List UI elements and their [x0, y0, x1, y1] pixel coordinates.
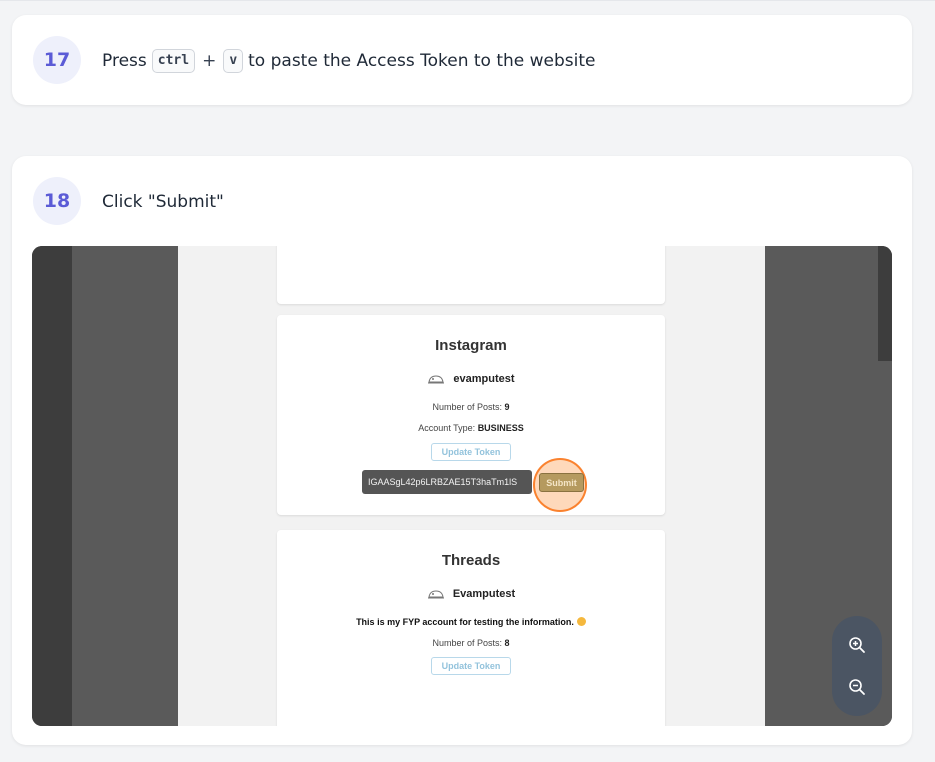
zoom-in-button[interactable]: [842, 630, 872, 660]
step-number-badge: 18: [33, 177, 81, 225]
instagram-username: evamputest: [453, 373, 515, 385]
instagram-posts-value: 9: [504, 402, 510, 412]
key-plus: +: [202, 51, 217, 71]
threads-user: Evamputest: [277, 588, 665, 600]
zoom-out-button[interactable]: [842, 672, 872, 702]
step-text-before: Press: [102, 51, 147, 71]
key-v: v: [223, 49, 244, 73]
threads-posts-label: Number of Posts:: [432, 638, 502, 648]
step-text-after: to paste the Access Token to the website: [248, 51, 596, 71]
threads-update-token-button[interactable]: Update Token: [431, 657, 511, 675]
zoom-control: [832, 616, 882, 716]
threads-posts-value: 8: [504, 638, 510, 648]
step-card-18: 18 Click "Submit" Instagram evamputest N…: [12, 156, 912, 745]
step-instruction: Press ctrl + v to paste the Access Token…: [102, 48, 596, 74]
screenshot-left-strip: [32, 246, 72, 726]
instagram-card: Instagram evamputest Number of Posts: 9 …: [277, 315, 665, 515]
emoji-icon: [576, 617, 586, 626]
threads-card: Threads Evamputest This is my FYP accoun…: [277, 530, 665, 726]
avatar-icon: [427, 590, 444, 599]
instagram-account-type: Account Type: BUSINESS: [277, 423, 665, 433]
avatar-icon: [428, 375, 445, 384]
step-instruction: Click "Submit": [102, 192, 224, 212]
instagram-posts: Number of Posts: 9: [277, 402, 665, 412]
threads-title: Threads: [441, 552, 501, 569]
instagram-title: Instagram: [435, 337, 507, 354]
instagram-posts-label: Number of Posts:: [432, 402, 502, 412]
step-screenshot: Instagram evamputest Number of Posts: 9 …: [32, 246, 892, 726]
instagram-update-token-button[interactable]: Update Token: [431, 443, 511, 461]
zoom-out-icon: [849, 679, 865, 695]
access-token-input[interactable]: IGAASgL42p6LRBZAE15T3haTm1lS: [362, 470, 532, 494]
key-ctrl: ctrl: [151, 49, 196, 73]
threads-username: Evamputest: [452, 588, 516, 600]
screenshot-left-panel: [72, 246, 178, 726]
zoom-in-icon: [849, 637, 865, 653]
threads-bio-text: This is my FYP account for testing the i…: [356, 617, 574, 627]
top-divider: [0, 0, 935, 1]
instagram-user: evamputest: [277, 373, 665, 385]
step-card-17: 17 Press ctrl + v to paste the Access To…: [12, 15, 912, 105]
account-type-value: BUSINESS: [477, 423, 524, 433]
account-type-label: Account Type:: [418, 423, 476, 433]
threads-bio: This is my FYP account for testing the i…: [277, 617, 665, 627]
step-number-badge: 17: [33, 36, 81, 84]
screenshot-scrollbar-thumb[interactable]: [878, 246, 892, 361]
previous-account-card: [277, 246, 665, 304]
threads-posts: Number of Posts: 8: [277, 638, 665, 648]
submit-button[interactable]: Submit: [539, 473, 584, 492]
